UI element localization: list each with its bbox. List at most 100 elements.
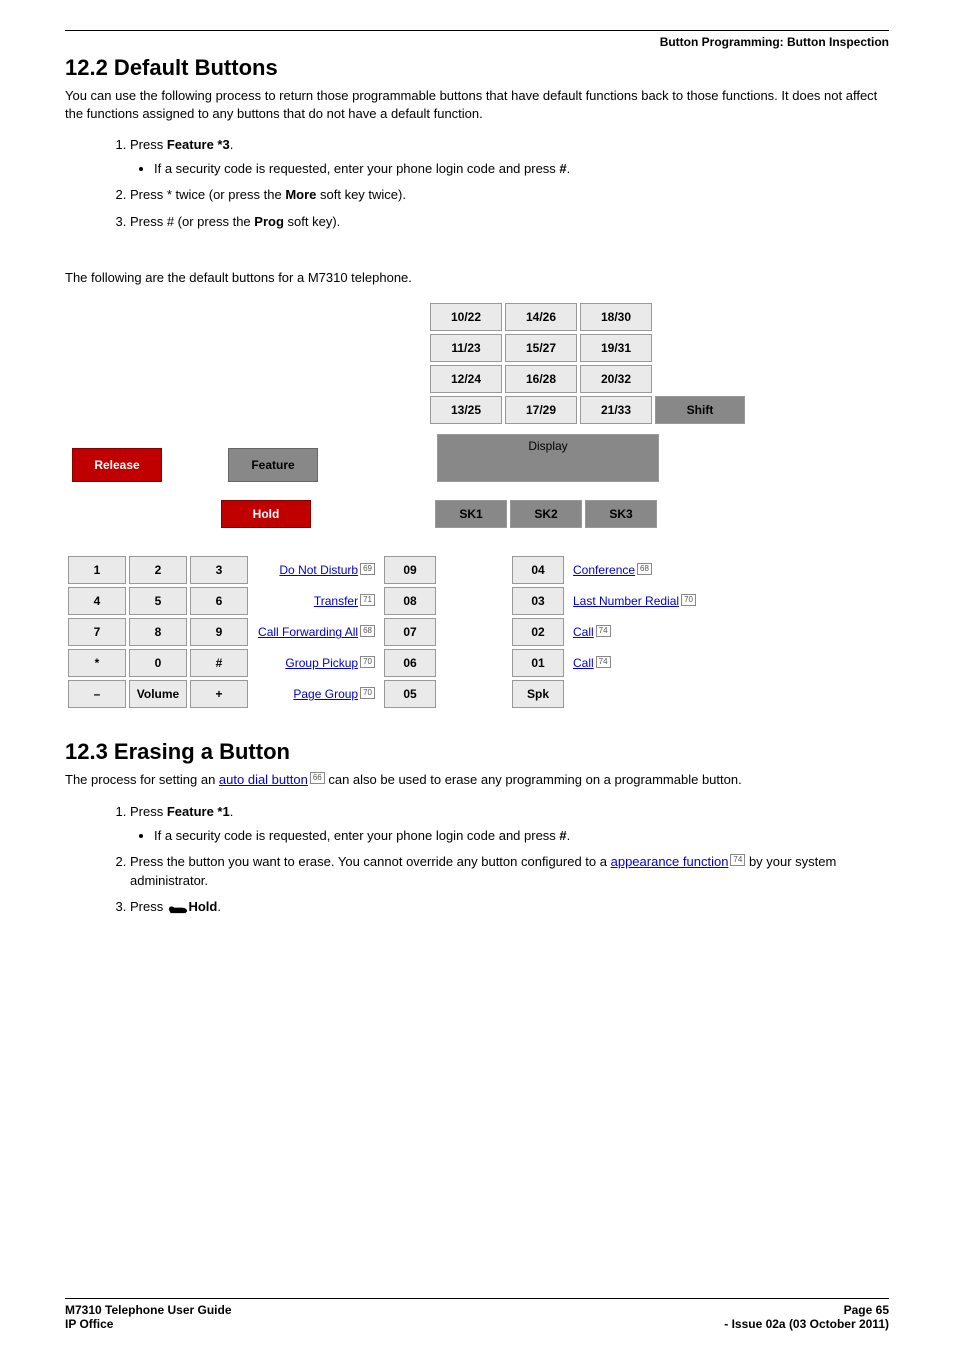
appearance-function-link[interactable]: appearance function [611, 854, 729, 869]
section2-step2: Press the button you want to erase. You … [130, 853, 889, 889]
text: . [567, 828, 571, 843]
section2-step3: Press Hold. [130, 898, 889, 916]
prog-button: 09 [384, 556, 436, 584]
text: Press [130, 899, 167, 914]
button-label-left: Call Forwarding All68 [251, 618, 381, 646]
call-forwarding-all-link[interactable]: Call Forwarding All [258, 625, 358, 639]
softkey-button: SK3 [585, 500, 657, 528]
hold-button: Hold [221, 500, 311, 528]
page-ref: 70 [681, 594, 696, 606]
keypad-key: – [68, 680, 126, 708]
phone-button: 11/23 [430, 334, 502, 362]
text: . [230, 804, 234, 819]
text: Press # (or press the [130, 214, 254, 229]
footer-doc-title: M7310 Telephone User Guide [65, 1303, 232, 1317]
page-ref: 68 [360, 625, 375, 637]
text: . [230, 137, 234, 152]
prog-button: Spk [512, 680, 564, 708]
text: If a security code is requested, enter y… [154, 828, 559, 843]
header-breadcrumb: Button Programming: Button Inspection [65, 35, 889, 49]
keypad-key: 5 [129, 587, 187, 615]
prog-button: 02 [512, 618, 564, 646]
following-text: The following are the default buttons fo… [65, 269, 889, 287]
phone-button: 15/27 [505, 334, 577, 362]
phone-button: 19/31 [580, 334, 652, 362]
keypad-key: 4 [68, 587, 126, 615]
page-footer: M7310 Telephone User Guide Page 65 IP Of… [65, 1298, 889, 1331]
button-label-left: Do Not Disturb69 [251, 556, 381, 584]
call-link[interactable]: Call [573, 625, 594, 639]
keypad-key: 0 [129, 649, 187, 677]
phone-button: 16/28 [505, 365, 577, 393]
keypad-key: 1 [68, 556, 126, 584]
button-label-left: Page Group70 [251, 680, 381, 708]
auto-dial-button-link[interactable]: auto dial button [219, 772, 308, 787]
footer-product: IP Office [65, 1317, 113, 1331]
section1-step2: Press * twice (or press the More soft ke… [130, 186, 889, 204]
keypad-key: + [190, 680, 248, 708]
keypad-key: # [190, 649, 248, 677]
shift-button: Shift [655, 396, 745, 424]
button-label-left: Group Pickup70 [251, 649, 381, 677]
keypad-key: 6 [190, 587, 248, 615]
footer-page-number: Page 65 [844, 1303, 889, 1317]
phone-layout: 10/22 14/26 18/30 11/23 15/27 19/31 12/2… [65, 300, 889, 711]
do-not-disturb-link[interactable]: Do Not Disturb [279, 563, 358, 577]
softkey-button: SK1 [435, 500, 507, 528]
conference-link[interactable]: Conference [573, 563, 635, 577]
text: Press the button you want to erase. You … [130, 854, 611, 869]
text: soft key). [284, 214, 340, 229]
header-rule [65, 30, 889, 31]
page-ref: 68 [637, 563, 652, 575]
last-number-redial-link[interactable]: Last Number Redial [573, 594, 679, 608]
text-bold: # [559, 161, 566, 176]
feature-button: Feature [228, 448, 318, 482]
text-bold: Feature *3 [167, 137, 230, 152]
text: can also be used to erase any programmin… [325, 772, 742, 787]
page-ref: 74 [730, 854, 745, 866]
footer-rule [65, 1298, 889, 1299]
button-label-left: Transfer71 [251, 587, 381, 615]
page-ref: 71 [360, 594, 375, 606]
section2-step1-bullet: If a security code is requested, enter y… [154, 827, 889, 845]
phone-button: 10/22 [430, 303, 502, 331]
phone-button: 20/32 [580, 365, 652, 393]
keypad-key: 7 [68, 618, 126, 646]
transfer-link[interactable]: Transfer [314, 594, 358, 608]
phone-button: 21/33 [580, 396, 652, 424]
page-ref: 74 [596, 625, 611, 637]
prog-button: 03 [512, 587, 564, 615]
keypad-key: 2 [129, 556, 187, 584]
page-ref: 70 [360, 656, 375, 668]
text-bold: # [559, 828, 566, 843]
text: If a security code is requested, enter y… [154, 161, 559, 176]
text-bold: Prog [254, 214, 284, 229]
section2-intro: The process for setting an auto dial but… [65, 771, 889, 789]
text: . [217, 899, 221, 914]
text: Press [130, 137, 167, 152]
text-bold: More [285, 187, 316, 202]
phone-button: 13/25 [430, 396, 502, 424]
call-link[interactable]: Call [573, 656, 594, 670]
prog-button: 05 [384, 680, 436, 708]
phone-button: 18/30 [580, 303, 652, 331]
button-label-right: Call74 [567, 618, 886, 646]
page-ref: 69 [360, 563, 375, 575]
phone-button: 12/24 [430, 365, 502, 393]
keypad-key: 9 [190, 618, 248, 646]
keypad-key: Volume [129, 680, 187, 708]
section1-intro: You can use the following process to ret… [65, 87, 889, 122]
prog-button: 06 [384, 649, 436, 677]
hold-icon [167, 902, 185, 912]
phone-button: 17/29 [505, 396, 577, 424]
keypad-key: * [68, 649, 126, 677]
page-group-link[interactable]: Page Group [293, 687, 358, 701]
softkey-button: SK2 [510, 500, 582, 528]
text-bold: Hold [185, 899, 218, 914]
button-label-right: Conference68 [567, 556, 886, 584]
prog-button: 04 [512, 556, 564, 584]
button-label-right: Last Number Redial70 [567, 587, 886, 615]
section-heading-default-buttons: 12.2 Default Buttons [65, 55, 889, 81]
page-ref: 74 [596, 656, 611, 668]
group-pickup-link[interactable]: Group Pickup [285, 656, 358, 670]
